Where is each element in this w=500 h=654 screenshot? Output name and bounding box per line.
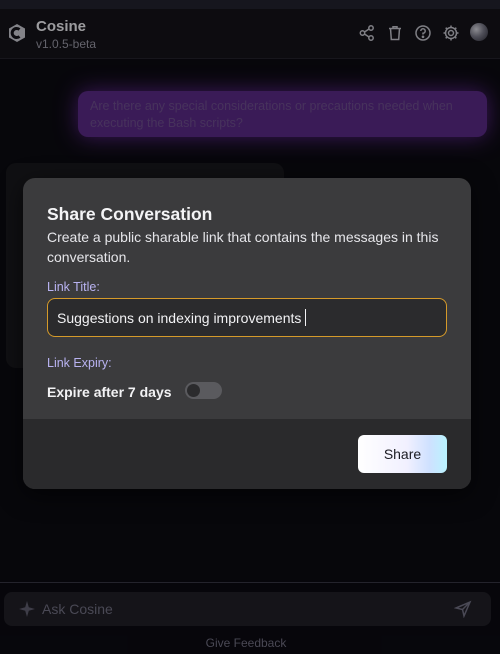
text-caret [305,309,307,326]
composer-divider [0,582,500,583]
link-title-label: Link Title: [47,280,100,294]
toggle-knob [187,384,200,397]
link-expiry-label: Link Expiry: [47,356,112,370]
share-conversation-modal: Share Conversation Create a public shara… [23,178,471,489]
modal-body: Share Conversation Create a public shara… [23,178,471,419]
composer [4,592,491,626]
send-icon[interactable] [454,600,472,618]
modal-title: Share Conversation [47,204,213,224]
expire-after-label: Expire after 7 days [47,384,172,400]
share-button[interactable]: Share [358,435,447,473]
modal-footer: Share [23,419,471,489]
expire-toggle[interactable] [185,382,222,399]
link-title-value: Suggestions on indexing improvements [57,309,302,326]
link-title-input[interactable]: Suggestions on indexing improvements [47,298,447,337]
give-feedback-link[interactable]: Give Feedback [0,636,492,650]
modal-description: Create a public sharable link that conta… [47,229,439,265]
sparkle-icon [19,601,35,617]
ask-input[interactable] [42,592,422,626]
